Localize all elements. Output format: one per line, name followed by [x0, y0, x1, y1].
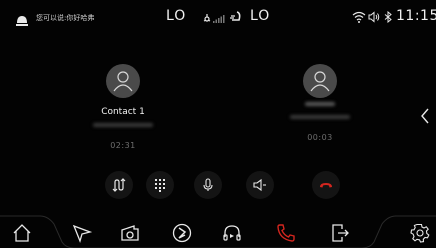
clock: 11:15 — [396, 8, 436, 24]
airflow-seat-icon[interactable] — [228, 10, 244, 26]
camera-icon[interactable] — [120, 223, 140, 243]
redacted-phone-number — [290, 115, 350, 119]
wifi-icon — [352, 11, 366, 23]
voice-assistant-hint: 您可以说:你好哈弗 — [36, 14, 95, 22]
fan-level-icon[interactable] — [202, 11, 226, 25]
mute-microphone-button[interactable] — [194, 171, 222, 199]
microphone-icon — [203, 178, 213, 191]
dock-background — [0, 215, 436, 248]
bluetooth-icon — [384, 11, 392, 23]
avatar — [106, 64, 140, 98]
redacted-contact-name — [305, 102, 335, 106]
speaker-button[interactable] — [246, 171, 274, 199]
status-bar: 您可以说:你好哈弗 LO LO 11:15 — [0, 0, 436, 34]
call-card-1[interactable]: Contact 1 02:31 — [63, 64, 183, 150]
avatar — [303, 64, 337, 98]
redacted-phone-number — [93, 123, 153, 127]
contact-name: Contact 1 — [101, 107, 145, 117]
voice-assistant-icon[interactable] — [14, 12, 30, 28]
call-duration: 02:31 — [110, 141, 136, 150]
person-icon — [310, 71, 330, 92]
exit-icon[interactable] — [330, 223, 350, 243]
hang-up-icon — [320, 183, 332, 188]
swap-calls-icon — [112, 178, 126, 192]
home-icon[interactable] — [12, 223, 32, 243]
gear-icon[interactable] — [410, 223, 430, 243]
chevron-left-icon[interactable] — [419, 107, 431, 125]
music-icon[interactable] — [172, 223, 192, 243]
volume-icon — [368, 11, 380, 23]
call-duration: 00:03 — [307, 133, 333, 142]
phone-call-screen: 您可以说:你好哈弗 LO LO 11:15 Contact 1 02:31 00… — [0, 0, 436, 248]
keypad-icon — [155, 179, 165, 192]
call-card-2[interactable]: 00:03 — [260, 64, 380, 142]
temperature-left[interactable]: LO — [166, 8, 186, 24]
call-controls — [0, 171, 436, 201]
headphones-icon[interactable] — [222, 223, 242, 243]
swap-calls-button[interactable] — [105, 171, 133, 199]
temperature-right[interactable]: LO — [250, 8, 270, 24]
bottom-dock — [0, 214, 436, 248]
keypad-button[interactable] — [146, 171, 174, 199]
hang-up-button[interactable] — [312, 171, 340, 199]
person-icon — [113, 71, 133, 92]
speaker-icon — [253, 178, 266, 192]
phone-icon[interactable] — [276, 223, 296, 243]
navigation-icon[interactable] — [72, 223, 92, 243]
